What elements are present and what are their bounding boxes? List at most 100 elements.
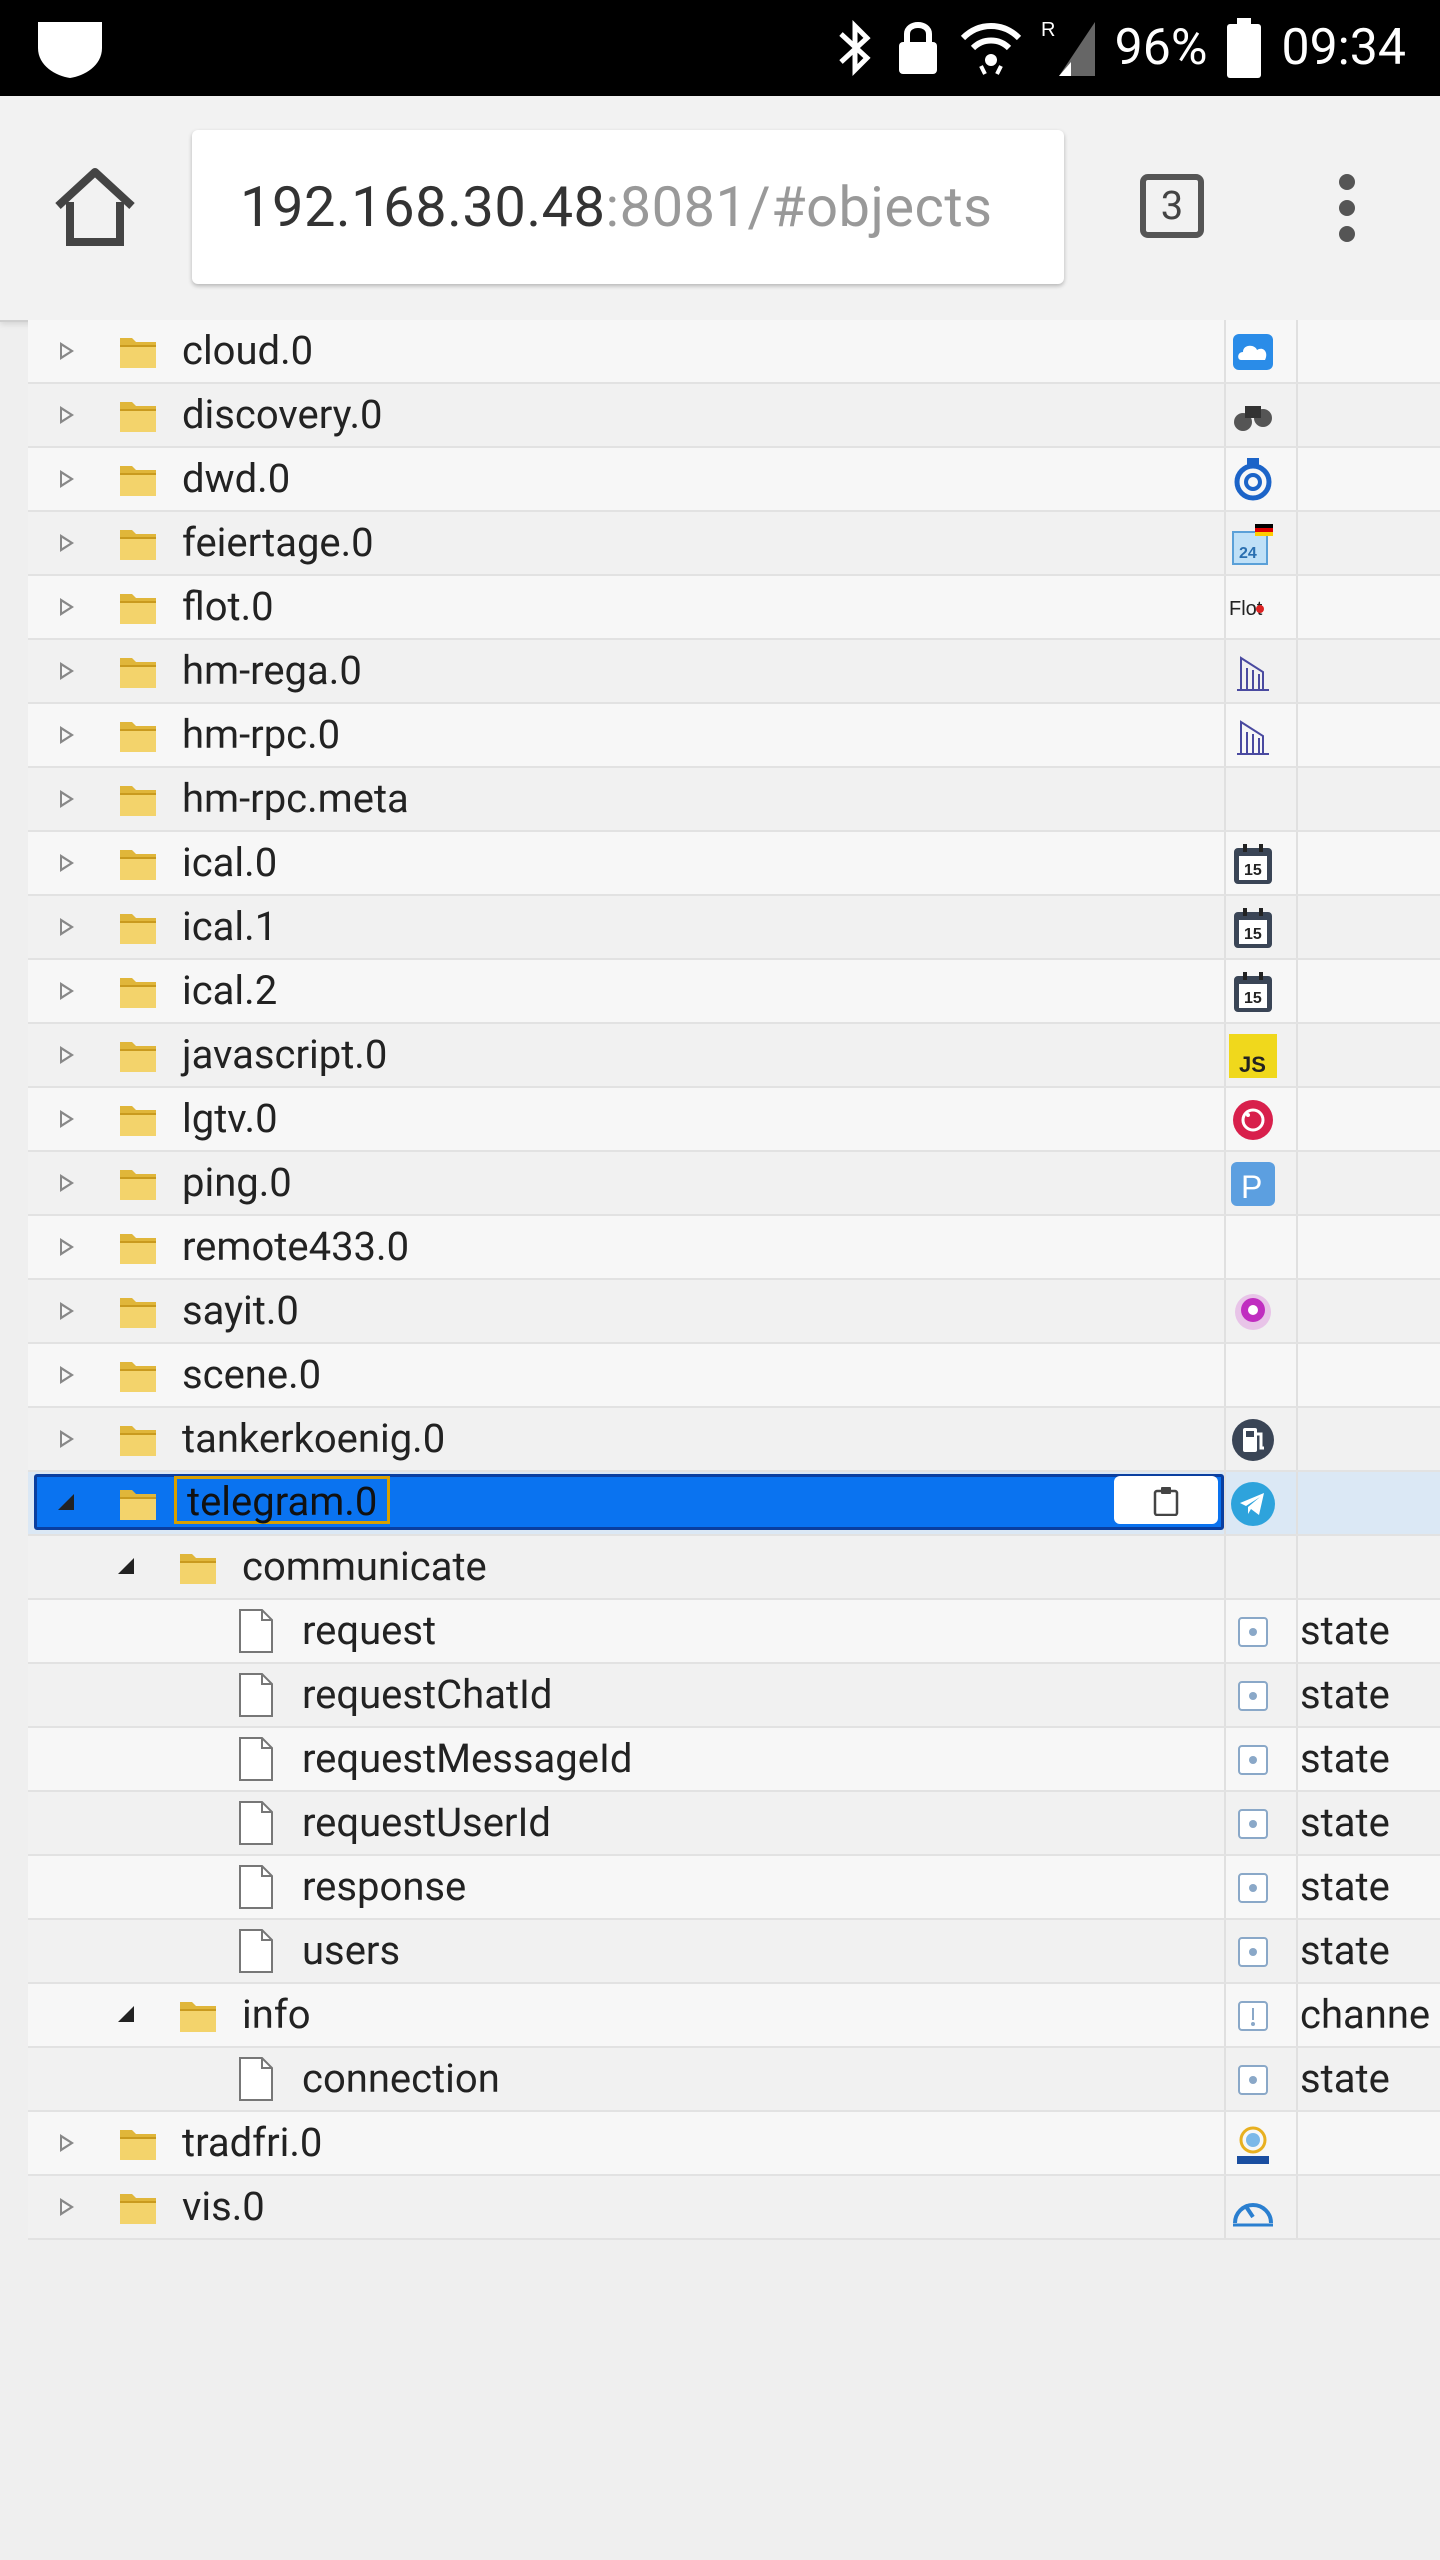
tree-item-label[interactable]: discovery.0 bbox=[182, 384, 383, 446]
tree-item-label[interactable]: cloud.0 bbox=[182, 320, 313, 382]
expand-toggle-icon[interactable] bbox=[60, 2134, 74, 2152]
tree-row-hm-rpc-0[interactable]: hm-rpc.0 bbox=[28, 704, 1440, 768]
folder-icon bbox=[118, 1228, 158, 1266]
tree-row-cloud-0[interactable]: cloud.0 bbox=[28, 320, 1440, 384]
tree-item-label[interactable]: hm-rega.0 bbox=[182, 640, 362, 702]
object-type-label: state bbox=[1300, 1735, 1390, 1782]
tree-item-label[interactable]: hm-rpc.0 bbox=[182, 704, 340, 766]
tree-row-feiertage-0[interactable]: feiertage.0 24 bbox=[28, 512, 1440, 576]
tree-item-label[interactable]: telegram.0 bbox=[174, 1476, 391, 1525]
collapse-toggle-icon[interactable] bbox=[118, 1558, 134, 1574]
tree-row-connection[interactable]: connection state bbox=[28, 2048, 1440, 2112]
expand-toggle-icon[interactable] bbox=[60, 726, 74, 744]
folder-icon bbox=[118, 652, 158, 690]
tree-item-label[interactable]: users bbox=[302, 1920, 400, 1982]
expand-toggle-icon[interactable] bbox=[60, 918, 74, 936]
expand-toggle-icon[interactable] bbox=[60, 534, 74, 552]
expand-toggle-icon[interactable] bbox=[60, 982, 74, 1000]
home-icon[interactable] bbox=[50, 162, 140, 252]
expand-toggle-icon[interactable] bbox=[60, 790, 74, 808]
tree-item-label[interactable]: sayit.0 bbox=[182, 1280, 299, 1342]
tree-row-ical-1[interactable]: ical.1 15 bbox=[28, 896, 1440, 960]
tree-row-telegram-0[interactable]: telegram.0 bbox=[28, 1472, 1440, 1536]
expand-toggle-icon[interactable] bbox=[60, 1046, 74, 1064]
overflow-menu-icon[interactable] bbox=[1332, 174, 1362, 246]
tree-item-label[interactable]: dwd.0 bbox=[182, 448, 290, 510]
tree-item-label[interactable]: info bbox=[242, 1984, 311, 2046]
expand-toggle-icon[interactable] bbox=[60, 1366, 74, 1384]
tree-row-hm-rpc-meta[interactable]: hm-rpc.meta bbox=[28, 768, 1440, 832]
tree-item-label[interactable]: requestMessageId bbox=[302, 1728, 632, 1790]
tree-row-hm-rega-0[interactable]: hm-rega.0 bbox=[28, 640, 1440, 704]
tree-item-label[interactable]: connection bbox=[302, 2048, 500, 2110]
expand-toggle-icon[interactable] bbox=[60, 1302, 74, 1320]
tree-item-label[interactable]: lgtv.0 bbox=[182, 1088, 278, 1150]
shield-icon bbox=[38, 22, 102, 78]
tree-row-tankerkoenig-0[interactable]: tankerkoenig.0 bbox=[28, 1408, 1440, 1472]
tree-row-ical-2[interactable]: ical.2 15 bbox=[28, 960, 1440, 1024]
tree-item-label[interactable]: requestChatId bbox=[302, 1664, 552, 1726]
expand-toggle-icon[interactable] bbox=[60, 1110, 74, 1128]
tree-item-label[interactable]: communicate bbox=[242, 1536, 487, 1598]
tree-row-requestMessageId[interactable]: requestMessageId state bbox=[28, 1728, 1440, 1792]
tree-row-flot-0[interactable]: flot.0 Flot bbox=[28, 576, 1440, 640]
tree-row-requestUserId[interactable]: requestUserId state bbox=[28, 1792, 1440, 1856]
tree-row-discovery-0[interactable]: discovery.0 bbox=[28, 384, 1440, 448]
tree-item-label[interactable]: vis.0 bbox=[182, 2176, 265, 2238]
expand-toggle-icon[interactable] bbox=[60, 1174, 74, 1192]
expand-toggle-icon[interactable] bbox=[60, 662, 74, 680]
tree-row-users[interactable]: users state bbox=[28, 1920, 1440, 1984]
tree-row-tradfri-0[interactable]: tradfri.0 bbox=[28, 2112, 1440, 2176]
tree-row-ical-0[interactable]: ical.0 15 bbox=[28, 832, 1440, 896]
tree-row-info[interactable]: info channe bbox=[28, 1984, 1440, 2048]
tree-item-label[interactable]: requestUserId bbox=[302, 1792, 551, 1854]
tree-row-sayit-0[interactable]: sayit.0 bbox=[28, 1280, 1440, 1344]
tree-item-label[interactable]: feiertage.0 bbox=[182, 512, 374, 574]
tree-row-javascript-0[interactable]: javascript.0 JS bbox=[28, 1024, 1440, 1088]
column-divider bbox=[1296, 1152, 1298, 1214]
column-divider bbox=[1224, 384, 1226, 446]
file-icon bbox=[238, 1672, 274, 1718]
tree-item-label[interactable]: ical.1 bbox=[182, 896, 277, 958]
tree-item-label[interactable]: hm-rpc.meta bbox=[182, 768, 409, 830]
tree-item-label[interactable]: scene.0 bbox=[182, 1344, 321, 1406]
url-text[interactable]: 192.168.30.48:8081/#objects bbox=[240, 130, 993, 284]
tree-item-label[interactable]: flot.0 bbox=[182, 576, 274, 638]
expand-toggle-icon[interactable] bbox=[60, 406, 74, 424]
tree-row-communicate[interactable]: communicate bbox=[28, 1536, 1440, 1600]
tree-item-label[interactable]: ping.0 bbox=[182, 1152, 292, 1214]
expand-toggle-icon[interactable] bbox=[60, 2198, 74, 2216]
expand-toggle-icon[interactable] bbox=[60, 1238, 74, 1256]
tree-row-requestChatId[interactable]: requestChatId state bbox=[28, 1664, 1440, 1728]
tree-row-dwd-0[interactable]: dwd.0 bbox=[28, 448, 1440, 512]
tree-row-scene-0[interactable]: scene.0 bbox=[28, 1344, 1440, 1408]
tree-item-label[interactable]: response bbox=[302, 1856, 466, 1918]
column-divider bbox=[1296, 1280, 1298, 1342]
tree-item-label[interactable]: request bbox=[302, 1600, 436, 1662]
tree-row-vis-0[interactable]: vis.0 bbox=[28, 2176, 1440, 2240]
expand-toggle-icon[interactable] bbox=[60, 342, 74, 360]
column-divider bbox=[1224, 1600, 1226, 1662]
tree-item-label[interactable]: ical.2 bbox=[182, 960, 277, 1022]
tree-item-label[interactable]: ical.0 bbox=[182, 832, 277, 894]
expand-toggle-icon[interactable] bbox=[60, 470, 74, 488]
url-bar[interactable]: 192.168.30.48:8081/#objects bbox=[192, 130, 1064, 284]
folder-icon bbox=[118, 716, 158, 754]
collapse-toggle-icon[interactable] bbox=[58, 1494, 74, 1510]
collapse-toggle-icon[interactable] bbox=[118, 2006, 134, 2022]
file-icon bbox=[238, 1608, 274, 1654]
tree-item-label[interactable]: tankerkoenig.0 bbox=[182, 1408, 445, 1470]
expand-toggle-icon[interactable] bbox=[60, 854, 74, 872]
tree-item-label[interactable]: javascript.0 bbox=[182, 1024, 387, 1086]
tree-row-request[interactable]: request state bbox=[28, 1600, 1440, 1664]
tree-item-label[interactable]: tradfri.0 bbox=[182, 2112, 322, 2174]
tree-row-remote433-0[interactable]: remote433.0 bbox=[28, 1216, 1440, 1280]
tree-row-ping-0[interactable]: ping.0 P bbox=[28, 1152, 1440, 1216]
tree-row-lgtv-0[interactable]: lgtv.0 bbox=[28, 1088, 1440, 1152]
copy-clipboard-button[interactable] bbox=[1114, 1476, 1218, 1524]
tree-item-label[interactable]: remote433.0 bbox=[182, 1216, 409, 1278]
tab-switcher-button[interactable]: 3 bbox=[1140, 174, 1204, 238]
expand-toggle-icon[interactable] bbox=[60, 1430, 74, 1448]
expand-toggle-icon[interactable] bbox=[60, 598, 74, 616]
tree-row-response[interactable]: response state bbox=[28, 1856, 1440, 1920]
